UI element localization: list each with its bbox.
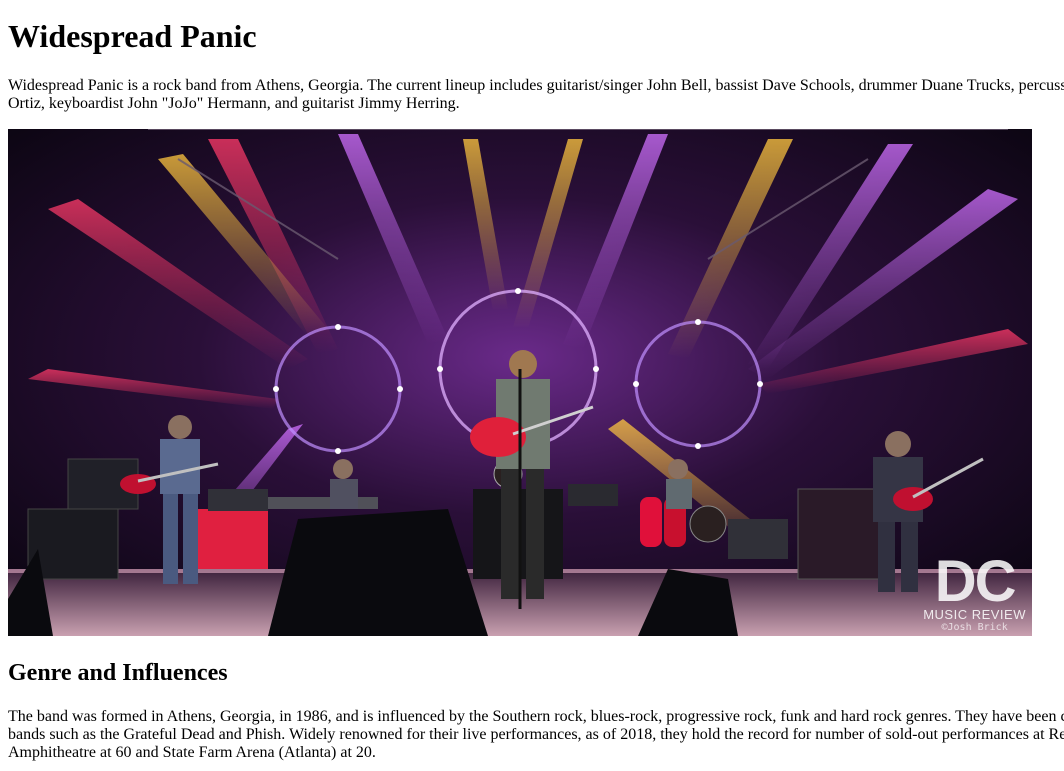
section-paragraph: The band was formed in Athens, Georgia, … — [8, 708, 1064, 761]
section-heading: Genre and Influences — [8, 660, 228, 686]
page-title: Widespread Panic — [8, 18, 257, 54]
watermark-logo: DC — [934, 549, 1017, 614]
watermark-subtitle: MUSIC REVIEW — [923, 607, 1026, 622]
intro-paragraph: Widespread Panic is a rock band from Ath… — [8, 77, 1064, 112]
photo-credit: ©Josh Brick — [941, 622, 1008, 633]
article-page: Widespread Panic Widespread Panic is a r… — [0, 0, 1064, 771]
concert-photo: DC MUSIC REVIEW ©Josh Brick — [8, 129, 1032, 636]
concert-stage-illustration — [8, 129, 1032, 636]
photo-watermark: DC MUSIC REVIEW ©Josh Brick — [923, 549, 1026, 634]
